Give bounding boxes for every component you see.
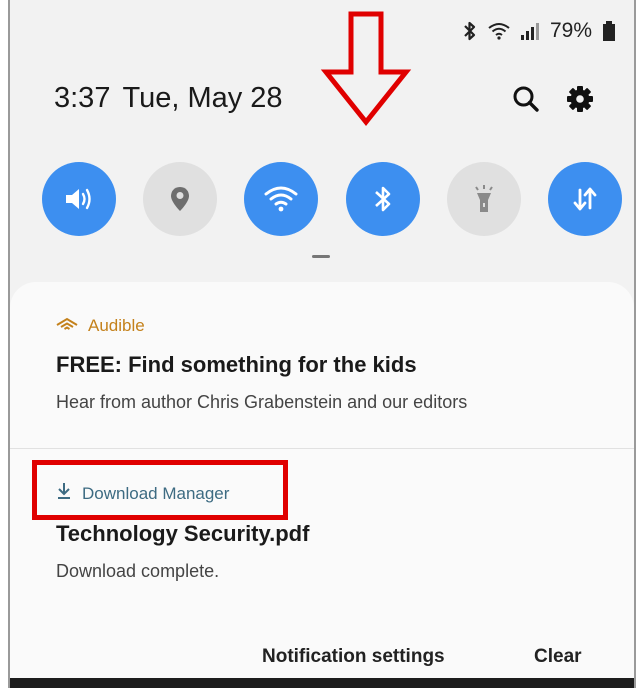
data-transfer-icon: [571, 185, 599, 213]
notification-settings-button[interactable]: Notification settings: [262, 646, 445, 668]
battery-icon: [602, 20, 616, 42]
notification-audible[interactable]: Audible FREE: Find something for the kid…: [56, 316, 606, 413]
date[interactable]: Tue, May 28: [122, 82, 282, 115]
bluetooth-icon: [373, 184, 393, 214]
notification-body: Hear from author Chris Grabenstein and o…: [56, 392, 468, 412]
gear-icon[interactable]: [566, 85, 594, 113]
notification-app-row: Audible: [56, 316, 606, 336]
quick-settings: [42, 162, 622, 236]
sound-toggle[interactable]: [42, 162, 116, 236]
signal-icon: [520, 21, 540, 41]
bluetooth-icon: [462, 20, 478, 42]
notification-app-name: Audible: [88, 316, 145, 335]
notification-body: Download complete.: [56, 561, 220, 581]
notification-title: Technology Security.pdf: [56, 521, 310, 546]
clock: 3:37: [54, 82, 111, 114]
sound-icon: [63, 185, 95, 213]
flashlight-icon: [472, 184, 496, 214]
wifi-icon: [264, 185, 298, 213]
annotation-down-arrow-icon: [318, 10, 414, 133]
drag-handle[interactable]: [312, 255, 330, 258]
clear-button[interactable]: Clear: [534, 646, 582, 668]
wifi-icon: [488, 22, 510, 40]
bluetooth-toggle[interactable]: [345, 162, 420, 236]
wifi-toggle[interactable]: [244, 162, 319, 236]
notification-title: FREE: Find something for the kids: [56, 352, 417, 377]
header-actions: [512, 85, 594, 113]
notification-divider: [10, 448, 634, 449]
location-toggle[interactable]: [143, 162, 218, 236]
location-icon: [169, 185, 191, 213]
audible-icon: [56, 316, 78, 336]
bottom-edge: [10, 678, 634, 688]
battery-percentage: 79%: [549, 19, 592, 42]
flashlight-toggle[interactable]: [446, 162, 521, 236]
annotation-highlight-box: [32, 460, 288, 520]
mobile-data-toggle[interactable]: [547, 162, 622, 236]
search-icon[interactable]: [512, 85, 540, 113]
status-bar: 79%: [462, 18, 616, 44]
